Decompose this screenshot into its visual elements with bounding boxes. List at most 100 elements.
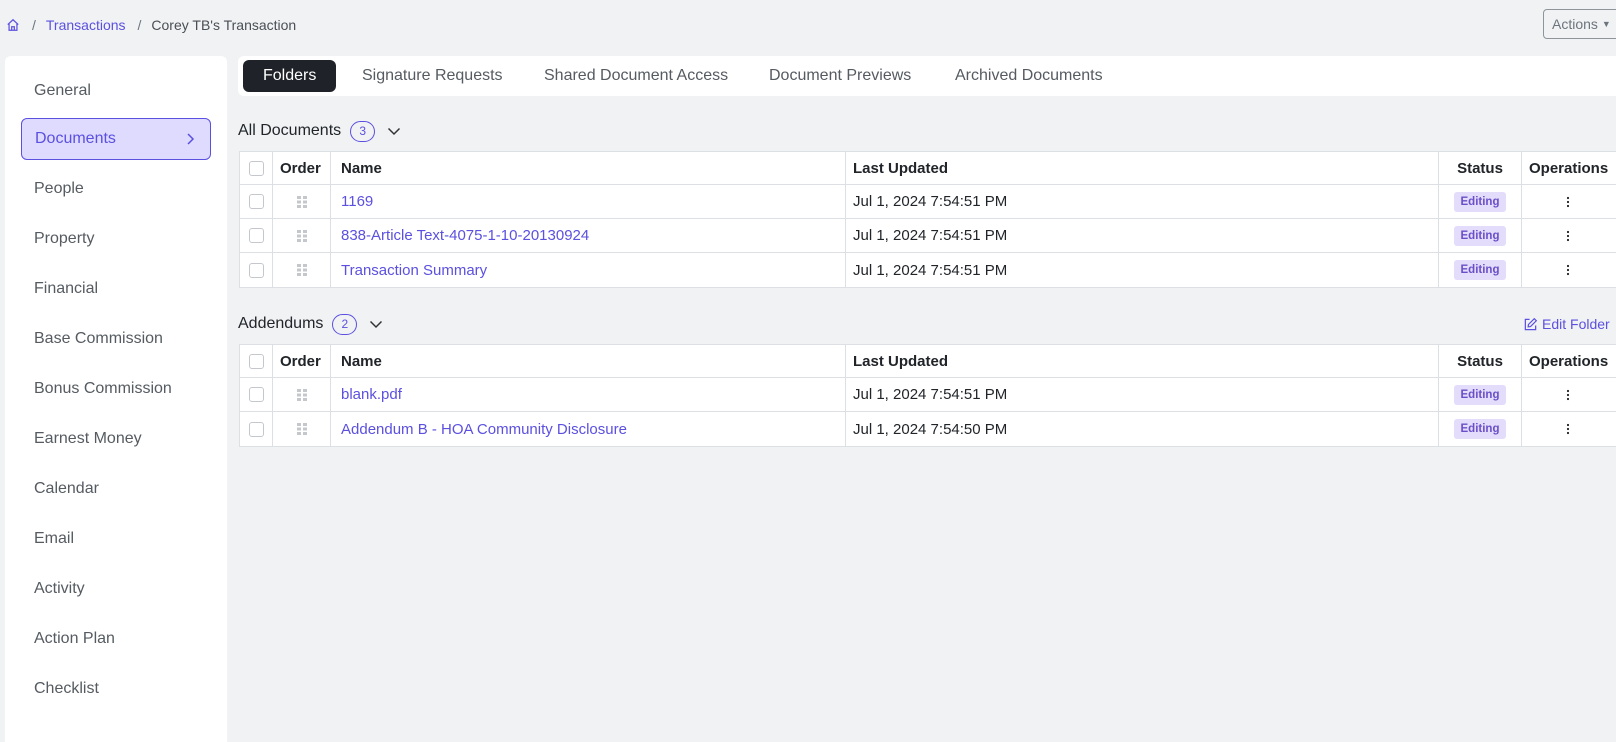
chevron-down-icon[interactable] [368,316,384,332]
column-header-last-updated[interactable]: Last Updated [846,152,1439,184]
table-header-row: Order Name Last Updated Status Operation… [240,152,1616,185]
row-checkbox[interactable] [248,194,264,209]
folder-title: All Documents [238,122,342,139]
status-badge: Editing [1453,419,1507,439]
sidebar-item-label: General [34,82,91,99]
sidebar-item-label: Base Commission [34,330,163,347]
chevron-right-icon [187,133,195,145]
breadcrumb-transactions-link[interactable]: Transactions [46,17,126,33]
tab-bar: Folders Signature Requests Shared Docume… [238,56,1616,96]
sidebar-item-label: People [34,180,84,197]
edit-folder-label: Edit Folder [1542,316,1610,332]
document-name-link[interactable]: 1169 [341,193,373,210]
sidebar-item-label: Property [34,230,95,247]
sidebar-item-people[interactable]: People [21,168,211,210]
row-checkbox[interactable] [248,262,264,278]
last-updated-cell: Jul 1, 2024 7:54:51 PM [846,219,1439,252]
tab-document-previews[interactable]: Document Previews [769,60,911,92]
tab-folders[interactable]: Folders [243,60,337,92]
column-header-order[interactable]: Order [273,345,331,377]
column-header-operations: Operations [1529,159,1609,177]
more-options-icon[interactable] [1566,423,1570,435]
folder-count-badge: 3 [350,120,376,142]
sidebar-item-earnest-money[interactable]: Earnest Money [21,418,211,460]
folder-count-badge: 2 [332,313,358,335]
status-badge: Editing [1453,191,1507,212]
document-name-link[interactable]: Addendum B - HOA Community Disclosure [341,421,627,438]
select-all-checkbox[interactable] [248,353,264,369]
drag-handle-icon[interactable] [296,195,308,209]
drag-handle-icon[interactable] [296,388,308,402]
column-header-operations: Operations [1529,352,1609,370]
sidebar-item-label: Email [34,530,75,547]
more-options-icon[interactable] [1566,264,1570,276]
folder-title: Addendums [238,315,324,332]
column-header-name[interactable]: Name [331,345,846,377]
home-icon[interactable] [6,18,20,32]
sidebar-item-checklist[interactable]: Checklist [21,668,211,710]
row-checkbox[interactable] [248,421,264,437]
breadcrumb: / Transactions / Corey TB's Transaction [6,16,296,34]
sidebar-item-calendar[interactable]: Calendar [21,468,211,510]
last-updated-cell: Jul 1, 2024 7:54:51 PM [846,185,1439,218]
last-updated-cell: Jul 1, 2024 7:54:51 PM [846,253,1439,287]
sidebar-item-label: Checklist [34,680,99,697]
edit-icon [1524,317,1538,330]
sidebar-item-label: Earnest Money [34,430,142,447]
table-row: Transaction Summary Jul 1, 2024 7:54:51 … [240,253,1616,287]
addendums-table: Order Name Last Updated Status Operation… [239,344,1616,447]
sidebar-item-property[interactable]: Property [21,218,211,260]
sidebar-item-documents[interactable]: Documents [21,118,211,160]
sidebar: General Documents People Property Financ… [5,56,227,742]
more-options-icon[interactable] [1566,196,1570,208]
sidebar-item-financial[interactable]: Financial [21,268,211,310]
documents-table: Order Name Last Updated Status Operation… [239,151,1616,288]
drag-handle-icon[interactable] [296,263,308,277]
breadcrumb-current: Corey TB's Transaction [151,17,297,33]
sidebar-item-label: Financial [34,280,99,297]
status-badge: Editing [1453,384,1507,405]
folder-header: All Documents 3 [238,119,402,143]
tab-shared-document-access[interactable]: Shared Document Access [544,60,728,92]
select-all-cell [240,152,273,184]
sidebar-item-label: Calendar [34,480,99,497]
column-header-order[interactable]: Order [273,152,331,184]
sidebar-item-bonus-commission[interactable]: Bonus Commission [21,368,211,410]
table-row: Addendum B - HOA Community Disclosure Ju… [240,412,1616,446]
drag-handle-icon[interactable] [296,229,308,243]
status-badge: Editing [1453,225,1507,246]
more-options-icon[interactable] [1566,230,1570,242]
chevron-down-icon[interactable] [386,123,402,139]
sidebar-item-action-plan[interactable]: Action Plan [21,618,211,660]
select-all-cell [240,345,273,377]
document-name-link[interactable]: Transaction Summary [341,262,487,279]
actions-dropdown-button[interactable]: Actions ▼ [1543,9,1616,39]
actions-label: Actions [1552,16,1598,32]
column-header-status: Status [1439,345,1522,377]
more-options-icon[interactable] [1566,389,1570,401]
caret-down-icon: ▼ [1601,19,1611,29]
row-checkbox[interactable] [248,387,264,402]
select-all-checkbox[interactable] [248,160,264,176]
drag-handle-icon[interactable] [296,422,308,436]
sidebar-item-label: Documents [35,130,116,147]
sidebar-item-email[interactable]: Email [21,518,211,560]
last-updated-cell: Jul 1, 2024 7:54:50 PM [846,412,1439,446]
row-checkbox[interactable] [248,228,264,243]
status-badge: Editing [1453,260,1507,280]
column-header-last-updated[interactable]: Last Updated [846,345,1439,377]
sidebar-item-base-commission[interactable]: Base Commission [21,318,211,360]
table-row: 1169 Jul 1, 2024 7:54:51 PM Editing [240,185,1616,219]
document-name-link[interactable]: 838-Article Text-4075-1-10-20130924 [341,227,589,244]
sidebar-item-label: Activity [34,580,85,597]
edit-folder-button[interactable]: Edit Folder [1523,316,1610,332]
sidebar-item-label: Action Plan [34,630,115,647]
breadcrumb-separator: / [137,17,142,33]
sidebar-item-general[interactable]: General [21,70,211,112]
sidebar-item-label: Bonus Commission [34,380,172,397]
column-header-name[interactable]: Name [331,152,846,184]
document-name-link[interactable]: blank.pdf [341,386,402,403]
sidebar-item-activity[interactable]: Activity [21,568,211,610]
tab-signature-requests[interactable]: Signature Requests [362,60,503,92]
tab-archived-documents[interactable]: Archived Documents [955,60,1103,92]
